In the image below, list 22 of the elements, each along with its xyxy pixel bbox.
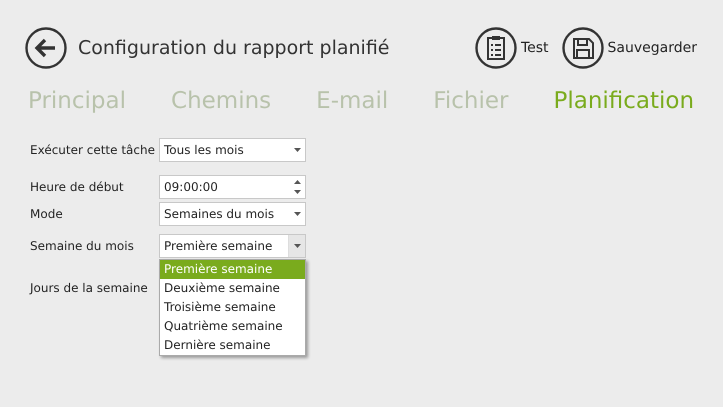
- save-icon: [562, 27, 604, 69]
- field-label: Semaine du mois: [30, 239, 135, 253]
- dropdown[interactable]: Semaines du mois: [159, 202, 306, 226]
- field-label: Heure de début: [30, 180, 125, 194]
- window-title: Configuration du rapport planifié: [78, 37, 390, 59]
- dropdown-arrow-icon[interactable]: [294, 148, 300, 152]
- dropdown-arrow-icon[interactable]: [294, 244, 300, 248]
- dropdown[interactable]: Tous les mois: [159, 138, 306, 162]
- field-label: Mode: [30, 207, 64, 221]
- dropdown-option[interactable]: Quatrième semaine: [160, 317, 305, 336]
- back-icon[interactable]: [25, 27, 67, 69]
- spinner-arrows-icon[interactable]: [294, 179, 300, 195]
- dropdown-option[interactable]: Dernière semaine: [160, 336, 305, 355]
- time-field[interactable]: 09:00:00: [159, 175, 306, 199]
- dropdown-option[interactable]: Troisième semaine: [160, 298, 305, 317]
- test-button[interactable]: Test: [474, 27, 549, 69]
- clipboard-icon: [474, 27, 517, 69]
- field-label: Jours de la semaine: [30, 281, 149, 295]
- save-button[interactable]: Sauvegarder: [562, 27, 697, 69]
- field-label: Exécuter cette tâche: [30, 143, 156, 157]
- dropdown-option[interactable]: Deuxième semaine: [160, 279, 305, 298]
- dropdown-arrow-icon[interactable]: [294, 212, 300, 216]
